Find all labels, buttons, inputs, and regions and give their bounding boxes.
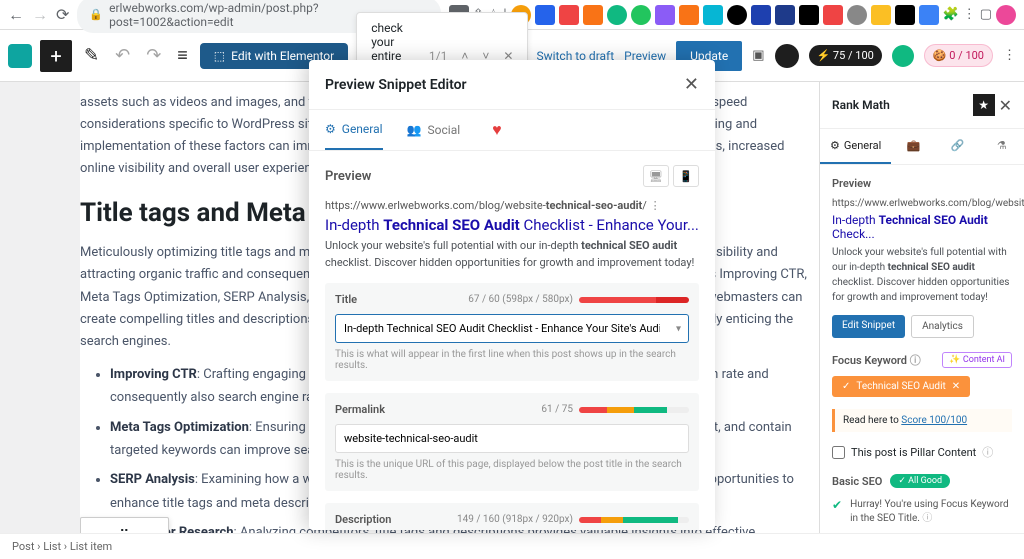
outline-icon[interactable]: ≡ xyxy=(173,41,192,70)
sidebar-title: Rank Math xyxy=(832,98,890,112)
permalink-count: 61 / 75 xyxy=(541,404,573,415)
reload-icon[interactable]: ⟳ xyxy=(56,5,69,24)
edit-icon[interactable]: ✎ xyxy=(80,41,103,70)
star-button[interactable]: ★ xyxy=(973,94,995,116)
ext-icon[interactable] xyxy=(871,5,891,25)
heart-icon[interactable]: ♥ xyxy=(492,120,502,140)
sidebar-serp-title: In-depth Technical SEO Audit Check... xyxy=(832,213,1012,241)
gear-icon: ⚙ xyxy=(325,122,336,136)
title-input[interactable] xyxy=(335,314,689,343)
title-count: 67 / 60 (598px / 580px) xyxy=(468,294,573,305)
undo-icon[interactable]: ↶ xyxy=(111,41,134,70)
keyword-pill[interactable]: ✓ Technical SEO Audit ✕ xyxy=(832,376,970,397)
permalink-input[interactable] xyxy=(335,424,689,453)
window-icon[interactable]: ▢ xyxy=(980,7,992,22)
redo-icon[interactable]: ↷ xyxy=(142,41,165,70)
basic-seo-label: Basic SEO xyxy=(832,475,882,488)
ext-icon[interactable] xyxy=(679,5,699,25)
desc-field-label: Description xyxy=(335,513,391,526)
tab-general[interactable]: ⚙General xyxy=(820,129,891,164)
score-link[interactable]: Score 100/100 xyxy=(901,415,967,426)
check-item: ✔Hurray! You're using Focus Keyword in t… xyxy=(832,498,1012,526)
tab-filter[interactable]: ⚗ xyxy=(980,129,1024,164)
read-here-tip: Read here to Score 100/100 xyxy=(832,409,1012,432)
focus-keyword-label: Focus Keyword ⓘ xyxy=(832,352,921,368)
breadcrumb: Post › List › List item xyxy=(0,533,1024,559)
ext-icon[interactable] xyxy=(895,5,915,25)
puzzle-icon[interactable]: 🧩 xyxy=(943,7,959,22)
left-rail xyxy=(0,82,40,559)
serp-title: In-depth Technical SEO Audit Checklist -… xyxy=(325,216,699,234)
ext-icon[interactable] xyxy=(823,5,843,25)
permalink-hint: This is the unique URL of this page, dis… xyxy=(335,459,689,481)
extension-icons: ⇧ ☆ | 🧩 ⋮ ▢ xyxy=(449,5,1016,25)
analytics-button[interactable]: Analytics xyxy=(911,315,974,338)
options-icon[interactable]: ⋮ xyxy=(1003,48,1016,63)
green-icon[interactable] xyxy=(892,45,914,67)
rankmath-icon[interactable] xyxy=(775,44,799,68)
desc-progress xyxy=(579,517,689,523)
tab-general[interactable]: ⚙General xyxy=(325,110,383,150)
serp-url: https://www.erlwebworks.com/blog/website… xyxy=(325,199,699,212)
tab-schema[interactable]: 🔗 xyxy=(936,129,980,164)
modal-title: Preview Snippet Editor xyxy=(325,77,467,93)
preview-label: Preview xyxy=(325,169,371,184)
credits-badge[interactable]: 🍪 0 / 100 xyxy=(924,44,993,67)
ext-icon[interactable] xyxy=(655,5,675,25)
ext-icon[interactable] xyxy=(727,5,747,25)
content-ai-button[interactable]: ✨ Content AI xyxy=(942,352,1012,368)
lock-icon: 🔒 xyxy=(89,8,103,21)
tab-social[interactable]: 👥Social xyxy=(407,111,461,149)
chevron-down-icon[interactable]: ▾ xyxy=(676,323,681,334)
profile-icon[interactable] xyxy=(996,5,1016,25)
close-icon[interactable]: ✕ xyxy=(999,96,1012,115)
add-block-button[interactable]: + xyxy=(40,40,72,72)
elementor-icon: ⬚ xyxy=(214,49,225,63)
desc-count: 149 / 160 (918px / 920px) xyxy=(457,514,573,525)
menu-icon[interactable]: ⋮ xyxy=(963,7,976,22)
ext-icon[interactable] xyxy=(535,5,555,25)
pillar-checkbox[interactable] xyxy=(832,446,845,459)
forward-icon[interactable]: → xyxy=(32,5,48,25)
edit-snippet-button[interactable]: Edit Snippet xyxy=(832,315,905,338)
desktop-icon[interactable]: 🖥 xyxy=(643,165,669,187)
social-icon: 👥 xyxy=(407,123,422,137)
close-icon[interactable]: ✕ xyxy=(684,74,699,95)
ext-icon[interactable] xyxy=(799,5,819,25)
ext-icon[interactable] xyxy=(703,5,723,25)
rankmath-sidebar: Rank Math ★ ✕ ⚙General 💼 🔗 ⚗ Preview htt… xyxy=(819,82,1024,559)
title-field-label: Title xyxy=(335,293,357,306)
sidebar-toggle-icon[interactable]: ▣ xyxy=(752,48,764,63)
preview-snippet-modal: Preview Snippet Editor ✕ ⚙General 👥Socia… xyxy=(309,60,715,530)
all-good-badge: ✓ All Good xyxy=(890,474,950,488)
mobile-icon[interactable]: 📱 xyxy=(673,165,699,187)
ext-icon[interactable] xyxy=(583,5,603,25)
pillar-label: This post is Pillar Content xyxy=(851,446,976,459)
title-progress xyxy=(579,297,689,303)
title-hint: This is what will appear in the first li… xyxy=(335,349,689,371)
ext-icon[interactable] xyxy=(775,5,795,25)
permalink-field-label: Permalink xyxy=(335,403,385,416)
tab-advanced[interactable]: 💼 xyxy=(891,129,935,164)
ext-icon[interactable] xyxy=(607,5,627,25)
sidebar-serp-url: https://www.erlwebworks.com/blog/website… xyxy=(832,198,1012,209)
ext-icon[interactable] xyxy=(559,5,579,25)
permalink-progress xyxy=(579,407,689,413)
site-logo[interactable] xyxy=(8,44,32,68)
score-badge[interactable]: ⚡ 75 / 100 xyxy=(809,45,882,66)
ext-icon[interactable] xyxy=(751,5,771,25)
ext-icon[interactable] xyxy=(847,5,867,25)
ext-icon[interactable] xyxy=(631,5,651,25)
check-icon: ✔ xyxy=(832,498,842,512)
ext-icon[interactable] xyxy=(919,5,939,25)
back-icon[interactable]: ← xyxy=(8,5,24,25)
sidebar-serp-desc: Unlock your website's full potential wit… xyxy=(832,245,1012,305)
preview-label: Preview xyxy=(832,177,1012,190)
serp-desc: Unlock your website's full potential wit… xyxy=(325,238,699,271)
